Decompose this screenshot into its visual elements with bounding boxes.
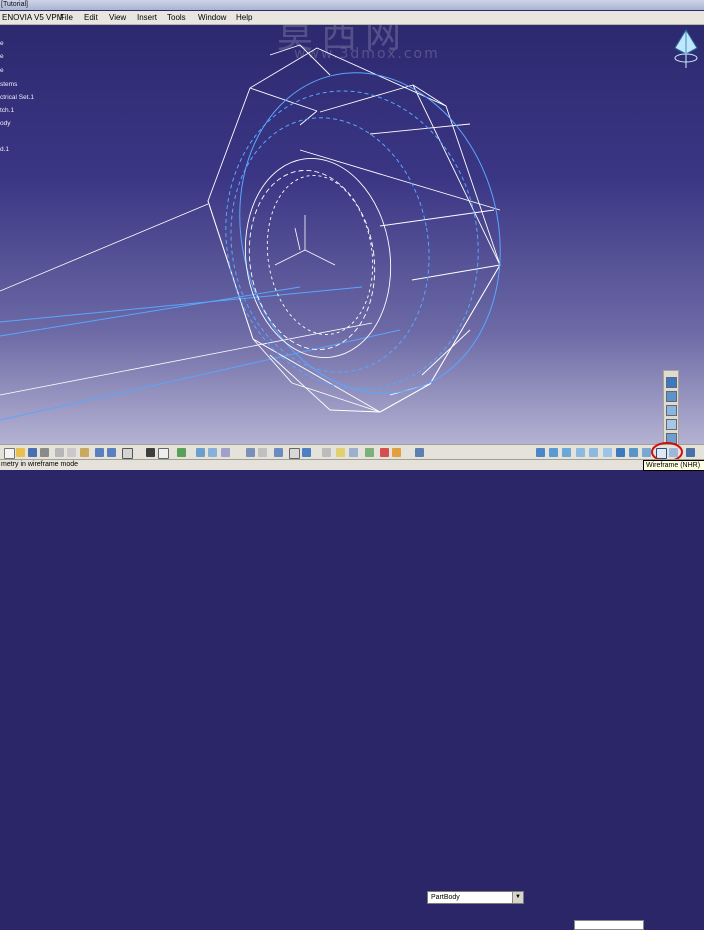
- menu-bar: ENOVIA V5 VPM File Edit View Insert Tool…: [0, 11, 704, 25]
- body-icon[interactable]: [415, 448, 424, 457]
- update-icon[interactable]: [380, 448, 389, 457]
- inner-hole: [244, 158, 392, 358]
- menu-view[interactable]: View: [109, 11, 126, 24]
- menu-help[interactable]: Help: [236, 11, 252, 24]
- search-icon[interactable]: [322, 448, 331, 457]
- swap-icon[interactable]: [302, 448, 311, 457]
- bolt-shaft-blue-lines: [0, 286, 401, 421]
- copy-icon[interactable]: [67, 448, 76, 457]
- axis-triad: [274, 215, 336, 266]
- comment-icon[interactable]: [158, 448, 169, 459]
- window-title: [Tutorial]: [1, 1, 28, 8]
- view-cube-icon[interactable]: [666, 377, 677, 388]
- status-bar: metry in wireframe mode: [0, 459, 704, 930]
- redo-icon[interactable]: [107, 448, 116, 457]
- shading-icon[interactable]: [666, 391, 677, 402]
- title-bar: [Tutorial]: [0, 0, 704, 10]
- tree-item[interactable]: stems: [0, 81, 17, 89]
- zoom-out-icon[interactable]: [589, 448, 598, 457]
- tree-item[interactable]: ody: [0, 120, 10, 128]
- body-select-value: PartBody: [431, 894, 460, 901]
- tree-item[interactable]: d.1: [0, 146, 9, 154]
- axis-icon[interactable]: [289, 448, 300, 459]
- 3d-viewport[interactable]: 莫西网 www.3dmox.com e e e stems ctrical Se…: [0, 0, 704, 446]
- tree-item[interactable]: e: [0, 53, 4, 61]
- command-input[interactable]: [574, 920, 644, 930]
- chevron-down-icon[interactable]: ▼: [512, 892, 523, 903]
- menu-app-name[interactable]: ENOVIA V5 VPM: [2, 11, 63, 24]
- undo-icon[interactable]: [95, 448, 104, 457]
- menu-window[interactable]: Window: [198, 11, 226, 24]
- catalog-icon[interactable]: [196, 448, 205, 457]
- save-icon[interactable]: [28, 448, 37, 457]
- normal-view-icon[interactable]: [603, 448, 612, 457]
- new-file-icon[interactable]: [4, 448, 15, 459]
- rotate-icon[interactable]: [562, 448, 571, 457]
- zoom-in-icon[interactable]: [576, 448, 585, 457]
- tree-item[interactable]: tch.1: [0, 107, 14, 115]
- menu-insert[interactable]: Insert: [137, 11, 157, 24]
- formula-icon[interactable]: [146, 448, 155, 457]
- grid-icon[interactable]: [246, 448, 255, 457]
- bottom-toolbar: PartBody ▼: [0, 442, 704, 904]
- paste-icon[interactable]: [80, 448, 89, 457]
- fly-icon[interactable]: [365, 448, 374, 457]
- sketch-icon[interactable]: [274, 448, 283, 457]
- vertical-toolbar: [663, 370, 679, 446]
- material-icon[interactable]: [686, 448, 695, 457]
- constraint-icon[interactable]: [336, 448, 345, 457]
- tooltip-text: Wireframe (NHR): [646, 462, 701, 469]
- menu-file[interactable]: File: [60, 11, 73, 24]
- nut-wireframe-model: [0, 44, 501, 421]
- tree-item[interactable]: ctrical Set.1: [0, 94, 34, 102]
- pan-icon[interactable]: [549, 448, 558, 457]
- knowledge-icon[interactable]: [177, 448, 186, 457]
- hidden-edges-icon[interactable]: [666, 419, 677, 430]
- chamfer-circles: [225, 72, 501, 394]
- views-icon[interactable]: [616, 448, 625, 457]
- hide-show-icon[interactable]: [629, 448, 638, 457]
- measure-icon[interactable]: [221, 448, 230, 457]
- tree-item[interactable]: e: [0, 40, 4, 48]
- print-icon[interactable]: [40, 448, 49, 457]
- flag-icon[interactable]: [392, 448, 401, 457]
- snap-icon[interactable]: [258, 448, 267, 457]
- menu-tools[interactable]: Tools: [167, 11, 186, 24]
- open-file-icon[interactable]: [16, 448, 25, 457]
- help-icon[interactable]: [122, 448, 133, 459]
- bolt-shaft-lines: [0, 203, 373, 396]
- cut-icon[interactable]: [55, 448, 64, 457]
- fit-all-icon[interactable]: [536, 448, 545, 457]
- tooltip: Wireframe (NHR): [643, 460, 704, 471]
- body-select[interactable]: PartBody ▼: [427, 891, 524, 904]
- compass-icon[interactable]: [673, 28, 699, 70]
- tree-item[interactable]: e: [0, 67, 4, 75]
- shading-edges-icon[interactable]: [666, 405, 677, 416]
- watermark-url: www.3dmox.com: [294, 46, 440, 62]
- table-icon[interactable]: [208, 448, 217, 457]
- menu-edit[interactable]: Edit: [84, 11, 98, 24]
- zoom-area-icon[interactable]: [349, 448, 358, 457]
